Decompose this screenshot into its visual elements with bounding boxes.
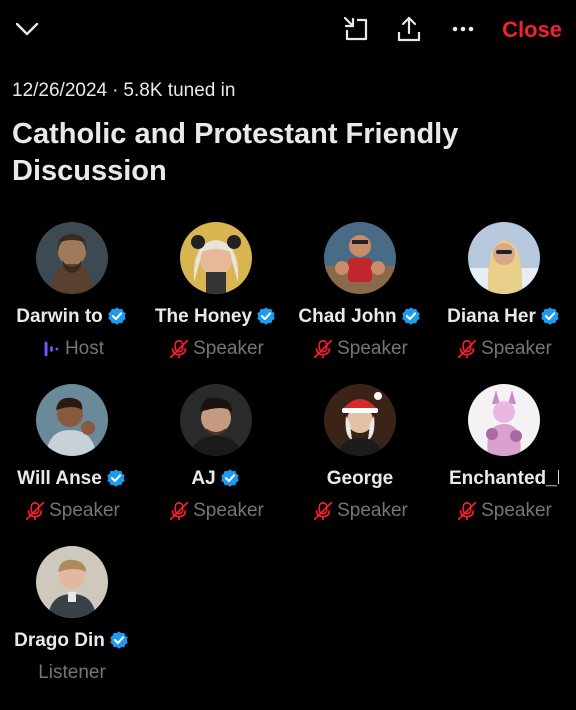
- participant-role-row: Speaker: [288, 498, 432, 524]
- avatar[interactable]: [468, 384, 540, 456]
- participant-name-row: Drago Din: [0, 628, 144, 654]
- participant-role: Speaker: [193, 338, 264, 359]
- participant-role-row: Speaker: [432, 336, 576, 362]
- tuned-in-count: 5.8K tuned in: [123, 80, 236, 101]
- participant-name: AJ: [191, 468, 216, 489]
- participant-name-row: The Honey: [144, 304, 288, 330]
- mic-off-icon: [168, 338, 190, 360]
- verified-badge-icon: [401, 307, 420, 325]
- participant-name: Chad John: [298, 306, 397, 327]
- meta-separator: ·: [112, 80, 119, 101]
- mic-off-icon: [456, 500, 478, 522]
- participant-name-row: Enchanted_h: [432, 466, 576, 492]
- participant-name: Drago Din: [14, 630, 105, 651]
- participant-role: Speaker: [193, 500, 264, 521]
- participant-role-row: Host: [0, 336, 144, 362]
- avatar[interactable]: [324, 384, 396, 456]
- participant-role: Speaker: [49, 500, 120, 521]
- participant-card[interactable]: Diana Her Speaker: [432, 222, 576, 372]
- participant-card[interactable]: Will Anse Speaker: [0, 384, 144, 534]
- mic-off-icon: [456, 338, 478, 360]
- participant-card[interactable]: Chad John Speaker: [288, 222, 432, 372]
- participant-role-row: Speaker: [432, 498, 576, 524]
- minimize-icon[interactable]: [341, 14, 371, 44]
- participant-role-row: Speaker: [144, 336, 288, 362]
- participant-name-row: Will Anse: [0, 466, 144, 492]
- participant-role-row: Listener: [0, 660, 144, 686]
- share-icon[interactable]: [394, 14, 424, 44]
- participant-role-row: Speaker: [288, 336, 432, 362]
- verified-badge-icon: [110, 631, 128, 649]
- participant-role-row: Speaker: [0, 498, 144, 524]
- mic-off-icon: [24, 500, 46, 522]
- avatar[interactable]: [324, 222, 396, 294]
- host-audio-icon: [40, 338, 62, 360]
- participant-card[interactable]: George Speaker: [288, 384, 432, 534]
- participant-name-row: AJ: [144, 466, 288, 492]
- avatar[interactable]: [468, 222, 540, 294]
- mic-off-icon: [168, 500, 190, 522]
- participant-name-row: Darwin to: [0, 304, 144, 330]
- verified-badge-icon: [220, 469, 239, 487]
- verified-badge-icon: [541, 307, 559, 325]
- top-bar: Close: [0, 0, 576, 60]
- space-date: 12/26/2024: [12, 80, 108, 101]
- participant-card[interactable]: AJ Speaker: [144, 384, 288, 534]
- participant-name: Diana Her: [447, 306, 536, 327]
- participant-name: George: [326, 468, 394, 489]
- participant-role: Listener: [38, 662, 106, 683]
- mic-off-icon: [312, 338, 334, 360]
- participant-role: Speaker: [337, 500, 408, 521]
- participant-name-row: Chad John: [288, 304, 432, 330]
- more-icon[interactable]: [448, 14, 478, 44]
- chevron-down-icon[interactable]: [12, 14, 42, 44]
- avatar[interactable]: [180, 384, 252, 456]
- avatar[interactable]: [36, 384, 108, 456]
- participant-name: Darwin to: [16, 306, 103, 327]
- participant-name-row: Diana Her: [432, 304, 576, 330]
- verified-badge-icon: [108, 307, 126, 325]
- space-meta: 12/26/2024 · 5.8K tuned in: [12, 80, 235, 102]
- avatar[interactable]: [36, 546, 108, 618]
- participant-role-row: Speaker: [144, 498, 288, 524]
- participant-role: Host: [64, 338, 105, 359]
- participant-role: Speaker: [481, 338, 552, 359]
- participant-card[interactable]: The Honey Speaker: [144, 222, 288, 372]
- participant-role: Speaker: [481, 500, 552, 521]
- participant-card[interactable]: Enchanted_h Speaker: [432, 384, 576, 534]
- avatar[interactable]: [36, 222, 108, 294]
- participant-card[interactable]: Darwin to Host: [0, 222, 144, 372]
- verified-badge-icon: [257, 307, 275, 325]
- close-button[interactable]: Close: [502, 17, 562, 43]
- participant-card[interactable]: Drago Din Listener: [0, 546, 144, 696]
- participant-name: The Honey: [154, 306, 253, 327]
- participant-role: Speaker: [337, 338, 408, 359]
- verified-badge-icon: [107, 469, 125, 487]
- participant-name: Enchanted_h: [449, 468, 559, 489]
- mic-off-icon: [312, 500, 334, 522]
- participant-name: Will Anse: [17, 468, 102, 489]
- avatar[interactable]: [180, 222, 252, 294]
- participant-name-row: George: [288, 466, 432, 492]
- space-title: Catholic and Protestant Friendly Discuss…: [12, 118, 459, 187]
